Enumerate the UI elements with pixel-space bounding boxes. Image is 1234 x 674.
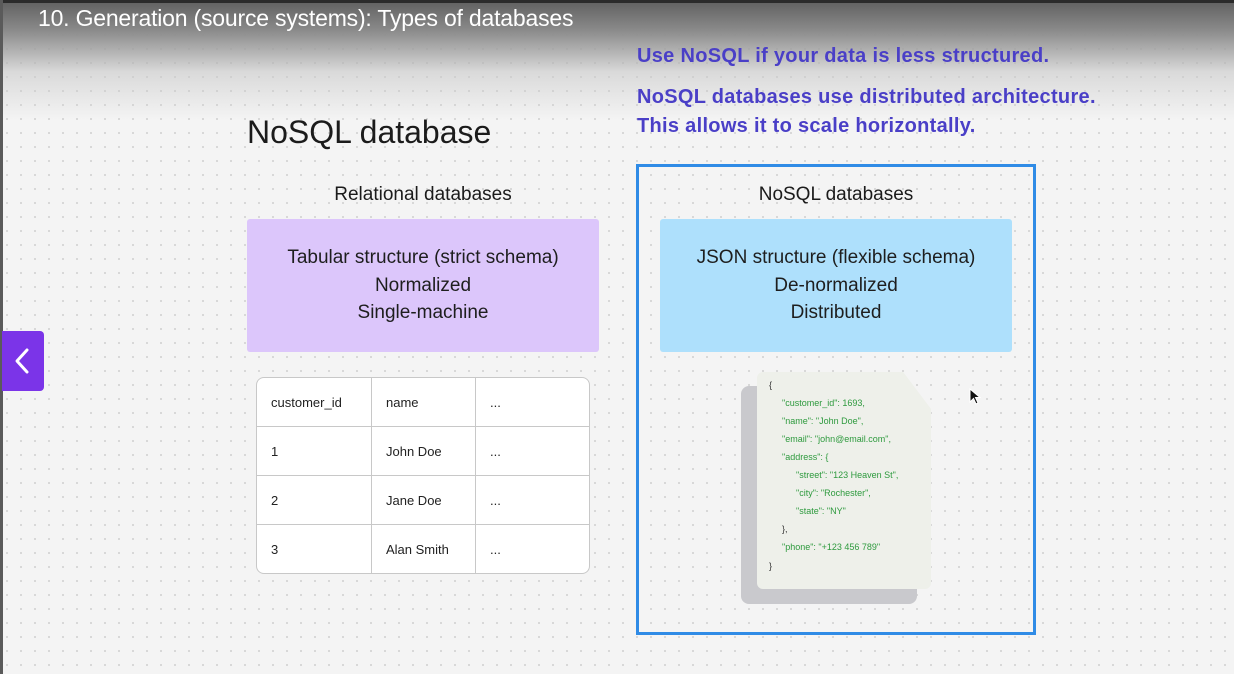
- table-header-cell: name: [372, 378, 476, 427]
- nosql-features-box: JSON structure (flexible schema) De-norm…: [660, 219, 1012, 352]
- table-row: 3 Alan Smith ...: [257, 525, 589, 573]
- table-cell: Jane Doe: [372, 476, 476, 525]
- table-cell: 3: [257, 525, 372, 573]
- relational-feature: Single-machine: [357, 302, 489, 324]
- nosql-feature: JSON structure (flexible schema): [696, 247, 976, 269]
- table-row: 2 Jane Doe ...: [257, 476, 589, 525]
- json-line: "email": "john@email.com",: [782, 434, 891, 444]
- json-line: "address": {: [782, 452, 829, 462]
- table-cell: ...: [476, 476, 589, 525]
- relational-feature: Tabular structure (strict schema): [287, 247, 559, 269]
- video-title: 10. Generation (source systems): Types o…: [38, 5, 574, 31]
- table-cell: 2: [257, 476, 372, 525]
- json-line: "phone": "+123 456 789": [782, 542, 881, 552]
- json-line: "name": "John Doe",: [782, 416, 864, 426]
- chevron-left-icon: [15, 348, 29, 374]
- table-cell: John Doe: [372, 427, 476, 476]
- relational-features-box: Tabular structure (strict schema) Normal…: [247, 219, 599, 352]
- note-line-1: Use NoSQL if your data is less structure…: [637, 45, 1050, 67]
- window-top-border: [0, 0, 1234, 3]
- json-line: "state": "NY": [796, 506, 846, 516]
- json-line: "customer_id": 1693,: [782, 398, 865, 408]
- table-header-cell: customer_id: [257, 378, 372, 427]
- mouse-pointer-icon: [969, 388, 982, 405]
- json-line: {: [769, 380, 773, 390]
- nosql-title: NoSQL databases: [758, 184, 914, 205]
- table-header-row: customer_id name ...: [257, 378, 589, 427]
- json-line: "city": "Rochester",: [796, 488, 871, 498]
- table-cell: ...: [476, 427, 589, 476]
- table-row: 1 John Doe ...: [257, 427, 589, 476]
- relational-feature: Normalized: [374, 274, 472, 296]
- table-cell: Alan Smith: [372, 525, 476, 573]
- json-line: }: [769, 561, 773, 571]
- relational-title: Relational databases: [334, 184, 512, 205]
- previous-slide-button[interactable]: [2, 331, 44, 391]
- json-line: "street": "123 Heaven St",: [796, 470, 899, 480]
- nosql-feature: Distributed: [790, 302, 882, 324]
- note-line-2: NoSQL databases use distributed architec…: [637, 86, 1096, 108]
- table-cell: ...: [490, 541, 501, 557]
- table-header-cell: ...: [476, 378, 589, 427]
- note-line-3: This allows it to scale horizontally.: [637, 115, 976, 137]
- json-line: },: [782, 524, 788, 534]
- customer-table: customer_id name ... 1 John Doe ... 2 Ja…: [256, 377, 590, 574]
- table-cell: 1: [257, 427, 372, 476]
- nosql-feature: De-normalized: [774, 274, 898, 296]
- slide-title: NoSQL database: [247, 114, 492, 150]
